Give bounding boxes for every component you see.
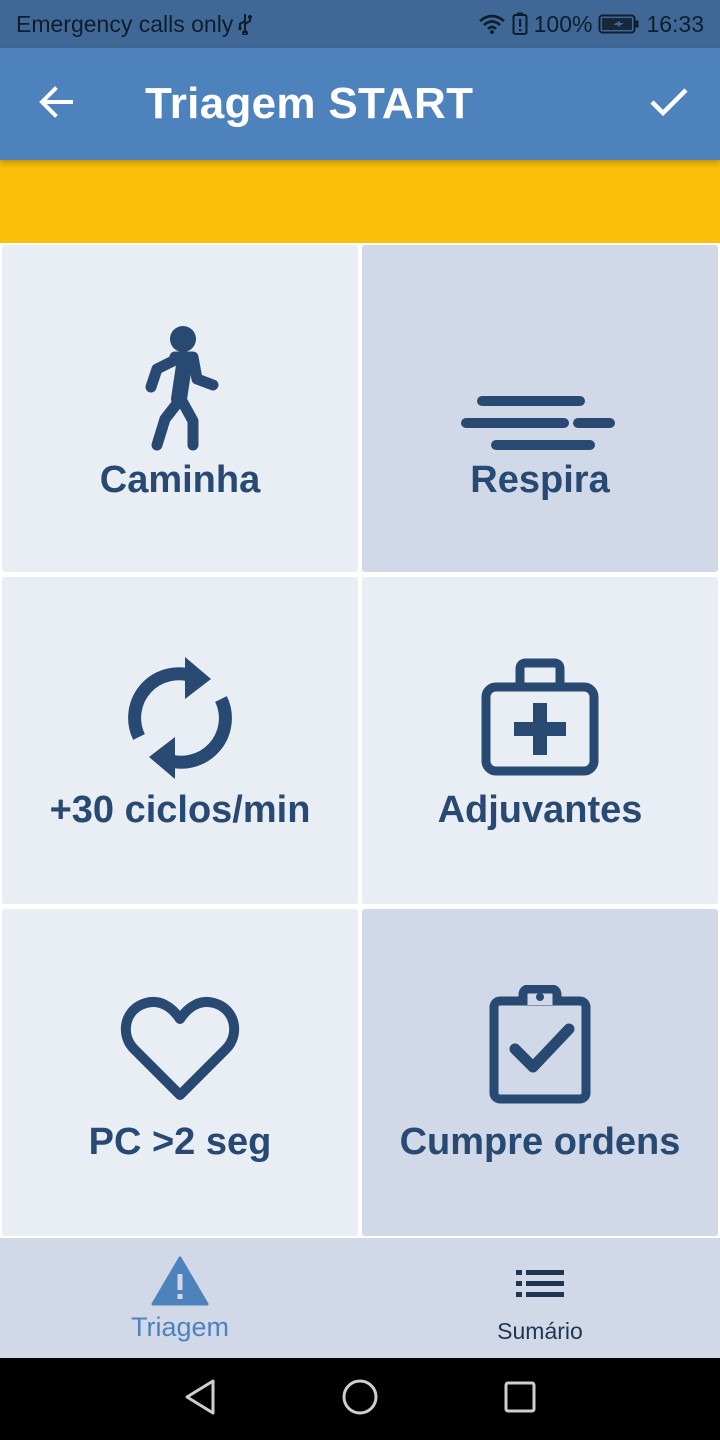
status-banner bbox=[0, 160, 720, 243]
check-icon bbox=[649, 86, 689, 123]
tile-adjuvantes[interactable]: Adjuvantes bbox=[362, 577, 718, 904]
system-recents-button[interactable] bbox=[497, 1376, 543, 1422]
usb-icon bbox=[237, 13, 253, 35]
list-icon bbox=[360, 1268, 720, 1298]
system-nav-bar bbox=[0, 1358, 720, 1440]
wifi-icon bbox=[478, 13, 506, 35]
carrier-text: Emergency calls only bbox=[16, 10, 234, 37]
circle-home-icon bbox=[341, 1378, 379, 1421]
bottom-nav: Triagem Sumário bbox=[0, 1238, 720, 1358]
battery-alert-icon bbox=[512, 12, 528, 36]
tile-respira[interactable]: Respira bbox=[362, 245, 718, 572]
wind-icon bbox=[362, 395, 718, 451]
nav-label: Sumário bbox=[497, 1318, 583, 1344]
page-title: Triagem START bbox=[145, 79, 474, 128]
battery-percent: 100% bbox=[533, 10, 593, 37]
square-recents-icon bbox=[503, 1380, 537, 1419]
confirm-button[interactable] bbox=[638, 76, 700, 132]
nav-tab-sumario[interactable]: Sumário bbox=[360, 1238, 720, 1358]
tile-label: Cumpre ordens bbox=[399, 1121, 681, 1163]
tile-caminha[interactable]: Caminha bbox=[2, 245, 358, 572]
system-back-button[interactable] bbox=[177, 1376, 223, 1422]
status-bar: Emergency calls only 100% 16:33 bbox=[0, 0, 720, 48]
warning-icon bbox=[0, 1256, 360, 1306]
heart-icon bbox=[2, 995, 358, 1105]
tile-label: Respira bbox=[470, 459, 610, 501]
tile-cumpre-ordens[interactable]: Cumpre ordens bbox=[362, 909, 718, 1236]
medical-kit-icon bbox=[362, 657, 718, 777]
clock-time: 16:33 bbox=[646, 10, 704, 37]
back-button[interactable] bbox=[28, 76, 84, 132]
triage-grid: Caminha Respira +30 ciclos/min Adjuvante… bbox=[0, 243, 720, 1238]
tile-label: Caminha bbox=[99, 459, 261, 501]
tile-label: PC >2 seg bbox=[88, 1121, 272, 1163]
nav-tab-triagem[interactable]: Triagem bbox=[0, 1238, 360, 1358]
system-home-button[interactable] bbox=[337, 1376, 383, 1422]
tile-label: +30 ciclos/min bbox=[49, 789, 311, 831]
tile-ciclos[interactable]: +30 ciclos/min bbox=[2, 577, 358, 904]
tile-label: Adjuvantes bbox=[437, 789, 643, 831]
triangle-back-icon bbox=[183, 1378, 217, 1421]
clipboard-check-icon bbox=[362, 985, 718, 1105]
status-right: 100% 16:33 bbox=[478, 11, 704, 38]
app-bar: Triagem START bbox=[0, 48, 720, 160]
tile-pc[interactable]: PC >2 seg bbox=[2, 909, 358, 1236]
nav-label: Triagem bbox=[130, 1312, 230, 1342]
arrow-left-icon bbox=[38, 84, 74, 125]
status-left: Emergency calls only bbox=[16, 11, 253, 38]
battery-icon bbox=[598, 13, 640, 35]
walking-person-icon bbox=[2, 323, 358, 453]
sync-icon bbox=[2, 653, 358, 783]
